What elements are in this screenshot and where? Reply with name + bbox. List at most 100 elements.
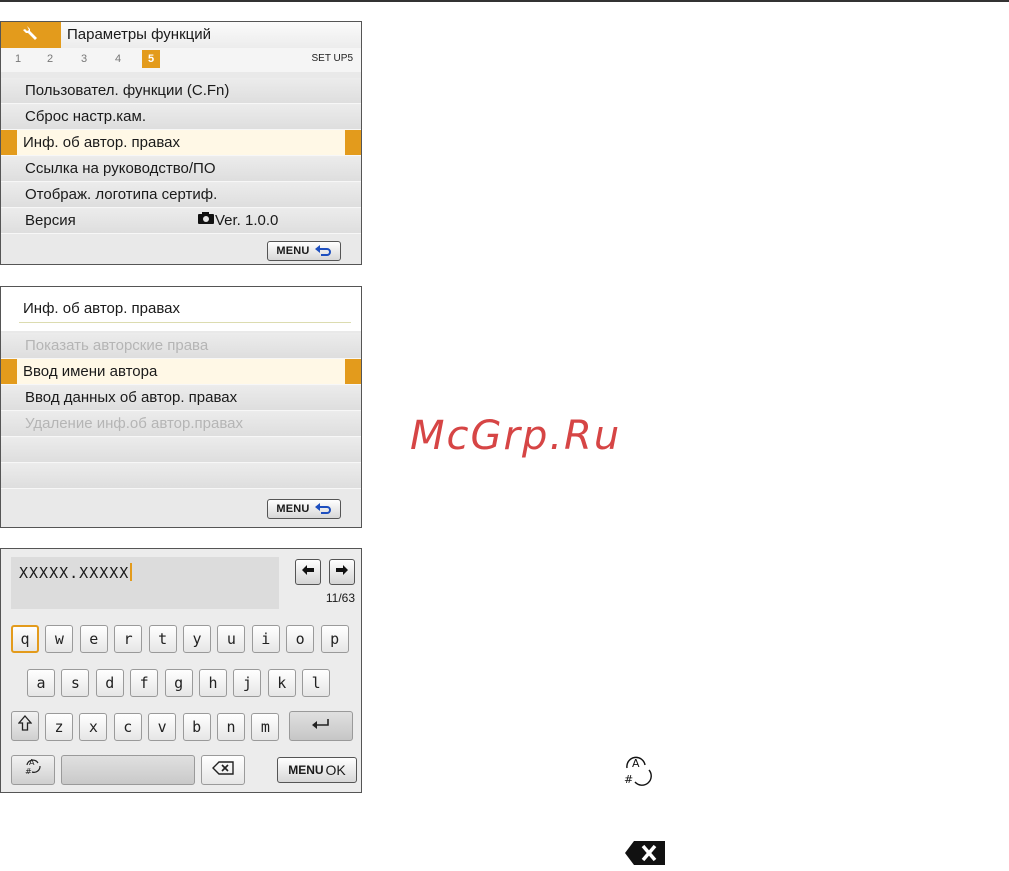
ok-label: OK — [325, 762, 346, 778]
menu-button-label: MENU — [276, 503, 310, 515]
menu-return-button[interactable]: MENU — [267, 499, 341, 519]
key-r[interactable]: r — [114, 625, 143, 653]
camera-icon — [197, 208, 215, 234]
shift-icon — [17, 713, 33, 739]
menu-item-enter-author[interactable]: Ввод имени автора — [1, 359, 361, 385]
text-entry-screen: XXXXX.XXXXX 11/63 qwertyuiop asdfghjkl zxc… — [0, 548, 362, 793]
key-b[interactable]: b — [182, 713, 211, 741]
tab-1[interactable]: 1 — [9, 50, 27, 68]
svg-text:A: A — [632, 757, 640, 770]
input-mode-icon: A # — [622, 755, 652, 792]
tab-3[interactable]: 3 — [75, 50, 93, 68]
key-n[interactable]: n — [217, 713, 245, 741]
menu-item-manual-link[interactable]: Ссылка на руководство/ПО — [1, 156, 361, 182]
menu-item-show-copyright[interactable]: Показать авторские права — [1, 333, 361, 359]
key-o[interactable]: o — [286, 625, 315, 653]
menu-item-cert-logo[interactable]: Отображ. логотипа сертиф. — [1, 182, 361, 208]
cursor-right-button[interactable] — [329, 559, 355, 585]
menu-ok-button[interactable]: MENU OK — [277, 757, 357, 783]
screen-heading: Инф. об автор. правах — [23, 300, 180, 317]
menu-item-copyright-info[interactable]: Инф. об автор. правах — [1, 130, 361, 156]
text-caret — [130, 563, 133, 581]
menu-empty-row — [1, 463, 361, 489]
tab-2[interactable]: 2 — [41, 50, 59, 68]
function-settings-screen: Параметры функций 1 2 3 4 5 SET UP5 Поль… — [0, 21, 362, 265]
screen-header: Инф. об автор. правах — [1, 287, 361, 331]
menu-item-label: Ввод имени автора — [23, 363, 158, 380]
backspace-icon — [212, 760, 234, 780]
menu-item-label: Ссылка на руководство/ПО — [25, 160, 216, 177]
return-arrow-icon — [314, 502, 332, 517]
svg-text:#: # — [25, 767, 32, 776]
menu-item-label: Версия — [25, 212, 76, 229]
key-u[interactable]: u — [217, 625, 246, 653]
return-arrow-icon — [314, 244, 332, 259]
copyright-info-screen: Инф. об автор. правах Показать авторские… — [0, 286, 362, 528]
ok-menu-label: MENU — [288, 763, 324, 777]
key-m[interactable]: m — [251, 713, 280, 741]
menu-item-label: Инф. об автор. правах — [23, 134, 180, 151]
key-s[interactable]: s — [61, 669, 90, 697]
key-c[interactable]: c — [113, 713, 142, 741]
key-w[interactable]: w — [45, 625, 74, 653]
tab-5[interactable]: 5 — [142, 50, 160, 68]
key-l[interactable]: l — [302, 669, 331, 697]
menu-item-label: Сброс настр.кам. — [25, 108, 146, 125]
key-z[interactable]: z — [45, 713, 73, 741]
menu-empty-row — [1, 437, 361, 463]
tab-4[interactable]: 4 — [109, 50, 127, 68]
arrow-right-icon — [335, 563, 349, 581]
key-a[interactable]: a — [27, 669, 55, 697]
author-name-text: XXXXX.XXXXX — [19, 563, 133, 582]
menu-return-button[interactable]: MENU — [267, 241, 341, 261]
tab-strip: 1 2 3 4 5 SET UP5 — [1, 48, 361, 72]
menu-item-enter-copyright[interactable]: Ввод данных об автор. правах — [1, 385, 361, 411]
setup-tab-icon-box[interactable] — [1, 22, 61, 48]
key-p[interactable]: p — [320, 625, 349, 653]
tab-group-label: SET UP5 — [311, 53, 354, 64]
wrench-icon — [22, 24, 40, 47]
author-name-field[interactable]: XXXXX.XXXXX — [11, 557, 279, 609]
menu-item-reset-camera[interactable]: Сброс настр.кам. — [1, 104, 361, 130]
menu-item-delete-copyright[interactable]: Удаление инф.об автор.правах — [1, 411, 361, 437]
shift-key[interactable] — [11, 711, 39, 741]
enter-icon — [311, 717, 331, 735]
site-watermark: McGrp.Ru — [410, 413, 622, 459]
version-text: Ver. 1.0.0 — [215, 212, 279, 229]
key-f[interactable]: f — [130, 669, 159, 697]
enter-key[interactable] — [289, 711, 353, 741]
key-k[interactable]: k — [267, 669, 296, 697]
menu-item-label: Пользовател. функции (C.Fn) — [25, 82, 230, 99]
character-counter: 11/63 — [325, 591, 355, 605]
arrow-left-icon — [301, 563, 315, 581]
key-t[interactable]: t — [148, 625, 177, 653]
input-mode-key[interactable]: A # — [11, 755, 55, 785]
menu-item-label: Показать авторские права — [25, 337, 209, 354]
menu-item-label: Отображ. логотипа сертиф. — [25, 186, 218, 203]
backspace-key[interactable] — [201, 755, 245, 785]
svg-text:A: A — [29, 758, 35, 767]
key-d[interactable]: d — [95, 669, 124, 697]
menu-item-label: Ввод данных об автор. правах — [25, 389, 238, 406]
key-v[interactable]: v — [148, 713, 177, 741]
key-e[interactable]: e — [79, 625, 108, 653]
key-q[interactable]: q — [11, 625, 39, 653]
key-i[interactable]: i — [251, 625, 280, 653]
key-y[interactable]: y — [183, 625, 211, 653]
key-j[interactable]: j — [233, 669, 262, 697]
author-name-value: XXXXX.XXXXX — [19, 564, 130, 582]
heading-underline — [19, 322, 351, 323]
svg-text:#: # — [624, 773, 633, 786]
page-top-rule — [0, 0, 1009, 2]
cursor-left-button[interactable] — [295, 559, 321, 585]
backspace-icon — [624, 840, 666, 871]
key-x[interactable]: x — [79, 713, 108, 741]
version-value: Ver. 1.0.0 — [197, 208, 278, 234]
menu-item-custom-functions[interactable]: Пользовател. функции (C.Fn) — [1, 78, 361, 104]
key-g[interactable]: g — [164, 669, 193, 697]
space-key[interactable] — [61, 755, 195, 785]
key-h[interactable]: h — [199, 669, 227, 697]
menu-button-label: MENU — [276, 245, 310, 257]
menu-item-label: Удаление инф.об автор.правах — [25, 415, 243, 432]
menu-item-version[interactable]: Версия Ver. 1.0.0 — [1, 208, 361, 234]
